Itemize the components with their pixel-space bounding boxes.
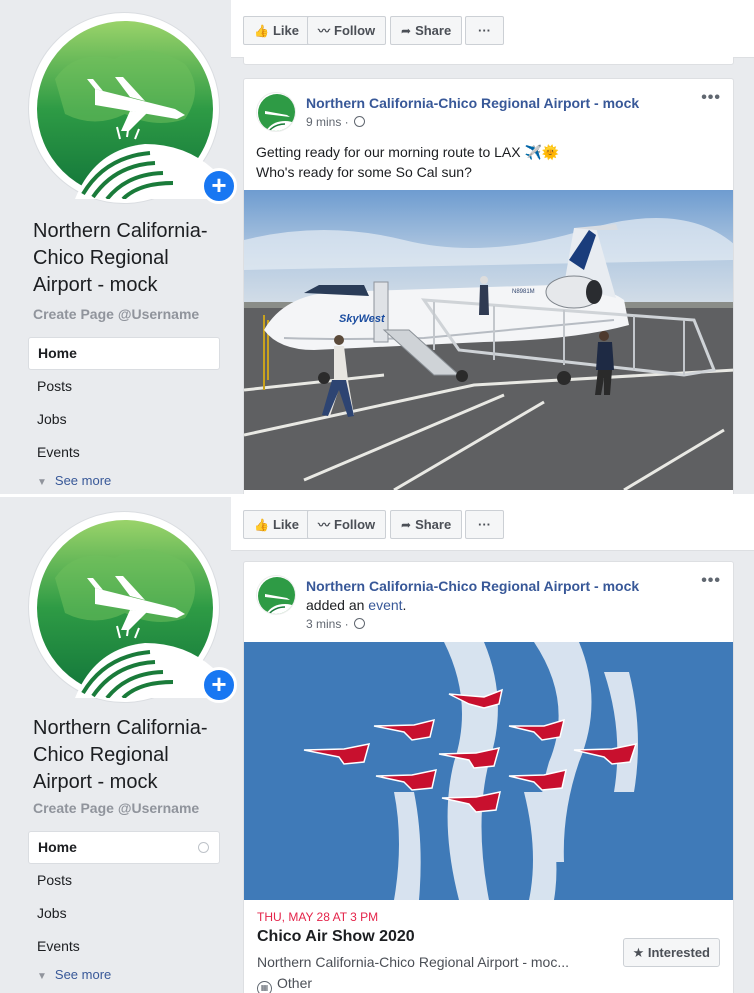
nav-item-jobs[interactable]: Jobs <box>28 897 220 930</box>
photo-airline-text: SkyWest <box>339 313 386 325</box>
share-button[interactable]: ➦ Share <box>390 510 463 539</box>
follow-label: Follow <box>334 23 376 38</box>
post-time-label: 9 mins · <box>306 115 349 129</box>
see-more-link[interactable]: ▼ See more <box>28 963 220 987</box>
share-icon: ➦ <box>401 24 412 38</box>
airport-logo <box>37 520 213 698</box>
post-avatar[interactable] <box>256 92 296 132</box>
nav-item-events[interactable]: Events <box>28 436 220 469</box>
see-more-label: See more <box>54 967 112 982</box>
follow-button[interactable]: 〰 Follow <box>307 16 387 45</box>
follow-rss-icon: 〰 <box>318 24 331 38</box>
see-more-link[interactable]: ▼ See more <box>28 469 220 493</box>
post-timestamp[interactable]: 3 mins · <box>306 617 366 631</box>
interested-label: Interested <box>647 945 710 960</box>
post-timestamp[interactable]: 9 mins · <box>306 115 366 129</box>
post-body: Getting ready for our morning route to L… <box>256 142 559 182</box>
share-icon: ➦ <box>401 518 412 532</box>
post-options-icon[interactable]: ••• <box>701 572 721 590</box>
follow-rss-icon: 〰 <box>318 518 331 532</box>
like-button[interactable]: 👍 Like <box>243 16 310 45</box>
event-host: Northern California-Chico Regional Airpo… <box>257 954 570 970</box>
airport-logo-small <box>258 94 295 131</box>
page-view-bottom: + Northern California-Chico Regional Air… <box>0 497 754 993</box>
more-icon: ··· <box>478 517 491 532</box>
action-suffix: . <box>402 597 407 613</box>
caret-down-icon: ▼ <box>37 971 47 982</box>
airport-logo <box>37 21 213 199</box>
page-view-top: + Northern California-Chico Regional Air… <box>0 0 754 496</box>
event-cover-photo[interactable] <box>244 642 734 900</box>
nav-item-posts[interactable]: Posts <box>28 370 220 403</box>
page-action-bar: 👍 Like 〰 Follow ➦ Share ··· <box>231 497 754 551</box>
nav-item-jobs[interactable]: Jobs <box>28 403 220 436</box>
scroll-gutter <box>745 561 754 993</box>
interested-button[interactable]: ★ Interested <box>622 938 720 967</box>
scroll-gutter <box>745 78 754 496</box>
page-nav: Home Posts Jobs Events ▼ See more <box>28 337 220 493</box>
post-author-link[interactable]: Northern California-Chico Regional Airpo… <box>306 578 639 594</box>
post-photo-airplane[interactable]: SkyWest N8981M <box>244 190 734 490</box>
like-icon: 👍 <box>254 24 269 38</box>
nav-item-home[interactable]: Home <box>28 831 220 864</box>
nav-item-home[interactable]: Home <box>28 337 220 370</box>
like-button[interactable]: 👍 Like <box>243 510 310 539</box>
share-label: Share <box>415 23 452 38</box>
left-column: + Northern California-Chico Regional Air… <box>0 497 237 993</box>
globe-icon <box>354 116 366 127</box>
event-link[interactable]: event <box>368 597 402 613</box>
action-prefix: added an <box>306 597 369 613</box>
post-text-line2: Who's ready for some So Cal sun? <box>256 164 472 180</box>
plus-icon[interactable]: + <box>201 667 237 703</box>
share-button[interactable]: ➦ Share <box>390 16 463 45</box>
event-category-label: Other <box>277 975 313 991</box>
caret-down-icon: ▼ <box>37 477 47 488</box>
page-action-bar: 👍 Like 〰 Follow ➦ Share ··· <box>231 0 754 58</box>
post-avatar[interactable] <box>256 575 296 615</box>
post-time-label: 3 mins · <box>306 617 349 631</box>
left-column: + Northern California-Chico Regional Air… <box>0 0 237 496</box>
airport-logo-small <box>258 577 295 614</box>
page-title: Northern California-Chico Regional Airpo… <box>33 717 208 793</box>
nav-item-home-label: Home <box>38 839 77 855</box>
loading-spinner-icon <box>198 842 209 853</box>
create-username-link[interactable]: Create Page @Username <box>33 306 199 322</box>
like-label: Like <box>272 23 299 38</box>
event-post-card: Northern California-Chico Regional Airpo… <box>243 561 734 993</box>
previous-post-edge <box>243 57 734 65</box>
see-more-label: See more <box>54 473 112 488</box>
profile-picture[interactable]: + <box>28 12 237 204</box>
post-author-link[interactable]: Northern California-Chico Regional Airpo… <box>306 95 639 111</box>
plus-icon[interactable]: + <box>201 168 237 204</box>
event-date: THU, MAY 28 AT 3 PM <box>257 910 379 924</box>
profile-picture[interactable]: + <box>28 511 237 703</box>
page-nav: Home Posts Jobs Events ▼ See more <box>28 831 220 987</box>
star-icon: ★ <box>632 945 645 960</box>
photo-tail-text: N8981M <box>512 289 535 295</box>
post-action-text: added an event. <box>306 597 406 613</box>
event-category: ▦ Other <box>257 975 312 993</box>
globe-icon <box>354 618 366 629</box>
create-username-link[interactable]: Create Page @Username <box>33 800 199 816</box>
like-label: Like <box>272 517 299 532</box>
post-options-icon[interactable]: ••• <box>701 89 721 107</box>
event-title-link[interactable]: Chico Air Show 2020 <box>257 928 415 946</box>
follow-label: Follow <box>334 517 376 532</box>
post-card: Northern California-Chico Regional Airpo… <box>243 78 734 496</box>
calendar-icon: ▦ <box>257 981 272 993</box>
nav-item-events[interactable]: Events <box>28 930 220 963</box>
page-title: Northern California-Chico Regional Airpo… <box>33 220 208 296</box>
post-text-line1: Getting ready for our morning route to L… <box>256 144 560 160</box>
more-icon: ··· <box>478 23 491 38</box>
nav-item-posts[interactable]: Posts <box>28 864 220 897</box>
more-actions-button[interactable]: ··· <box>465 16 504 45</box>
share-label: Share <box>415 517 452 532</box>
follow-button[interactable]: 〰 Follow <box>307 510 387 539</box>
like-icon: 👍 <box>254 518 269 532</box>
more-actions-button[interactable]: ··· <box>465 510 504 539</box>
